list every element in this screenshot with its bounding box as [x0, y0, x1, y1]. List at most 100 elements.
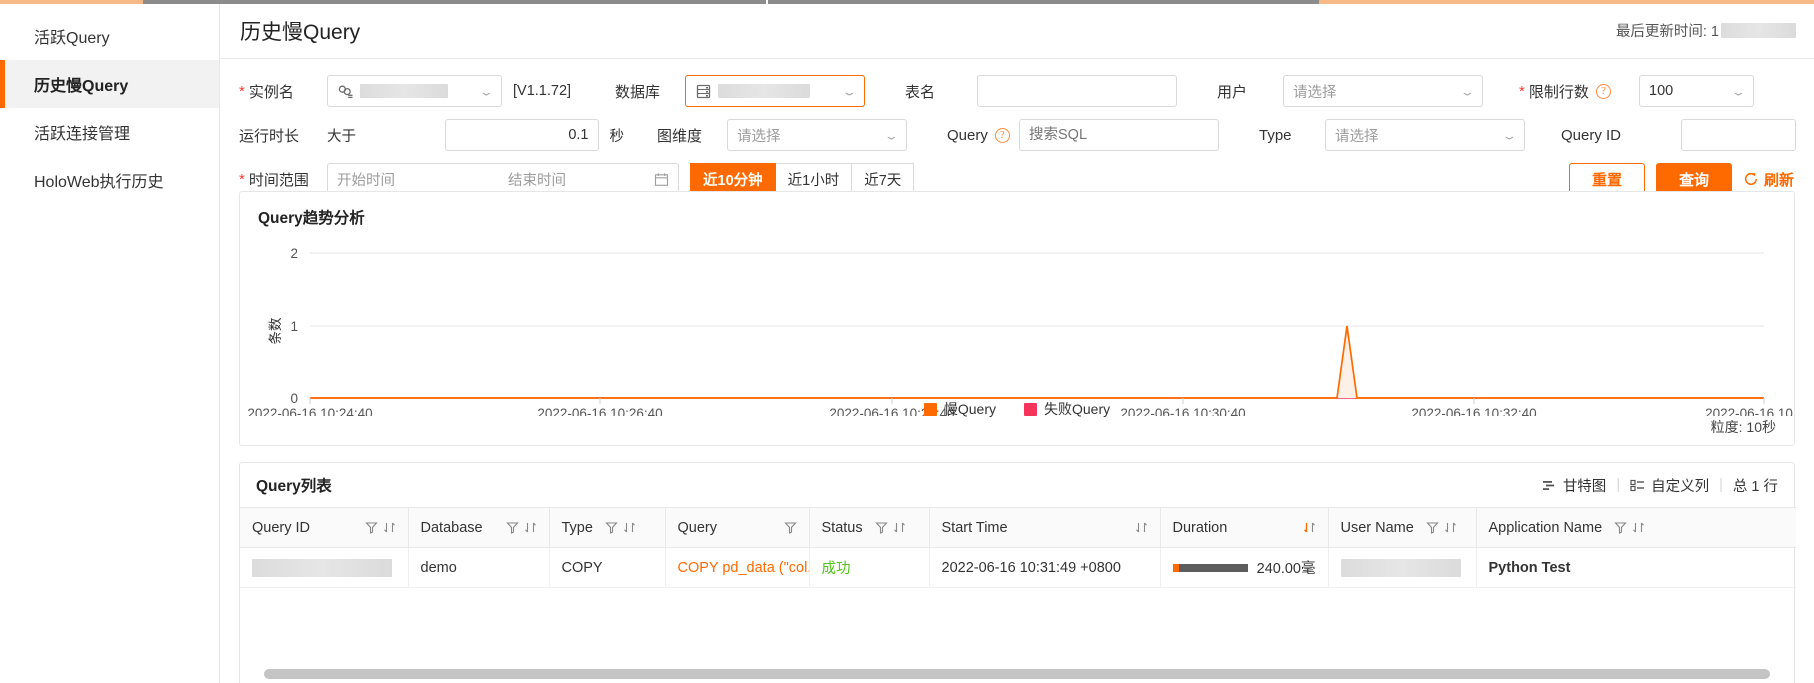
- sort-icon[interactable]: [1632, 521, 1645, 534]
- query-label: Query ?: [947, 127, 1019, 144]
- label-text: 实例名: [248, 83, 294, 101]
- cell-start-time: 2022-06-16 10:31:49 +0800: [929, 547, 1161, 588]
- cell-query[interactable]: COPY pd_data ("col...: [665, 547, 810, 588]
- table-name-input[interactable]: [977, 75, 1178, 107]
- page-header: 历史慢Query 最后更新时间: 1: [221, 4, 1814, 59]
- sort-icon[interactable]: [623, 521, 636, 534]
- y-tick-2: 2: [290, 246, 298, 261]
- table-title: Query列表: [256, 478, 332, 495]
- required-marker: *: [1519, 82, 1525, 100]
- redacted-database-value: [718, 84, 811, 98]
- col-header-start-time[interactable]: Start Time: [929, 507, 1161, 548]
- sort-icon-active[interactable]: [1303, 521, 1316, 534]
- label-text: 时间范围: [248, 171, 309, 189]
- redacted-instance-value: [360, 84, 448, 98]
- chevron-down-icon: ⌄: [883, 128, 900, 142]
- table-header-row: Query ID Database Type Query Status Star…: [240, 507, 1796, 548]
- sort-icon[interactable]: [893, 521, 906, 534]
- sidebar-item-label: HoloWeb执行历史: [34, 174, 164, 191]
- filter-icon[interactable]: [783, 521, 797, 534]
- type-label: Type: [1259, 127, 1325, 144]
- col-header-status[interactable]: Status: [809, 507, 930, 548]
- table-tools: 甘特图 | 自定义列 | 总 1 行: [1532, 475, 1778, 496]
- chart-dimension-placeholder: 请选择: [737, 128, 781, 145]
- chevron-down-icon: ⌄: [1501, 128, 1518, 142]
- filter-icon[interactable]: [505, 521, 519, 534]
- gantt-chart-button[interactable]: 甘特图: [1532, 475, 1617, 496]
- chart-dimension-label: 图维度: [657, 125, 727, 146]
- refresh-button[interactable]: 刷新: [1743, 169, 1794, 190]
- custom-columns-label: 自定义列: [1651, 478, 1710, 495]
- duration-label: 运行时长: [239, 125, 327, 146]
- series-slow-query-line: [310, 325, 1764, 399]
- col-header-duration[interactable]: Duration: [1160, 507, 1329, 548]
- sidebar-item-active-query[interactable]: 活跃Query: [0, 12, 219, 60]
- last-update-label: 最后更新时间: 1: [1615, 24, 1719, 40]
- type-select[interactable]: 请选择 ⌄: [1325, 119, 1525, 151]
- col-header-database[interactable]: Database: [408, 507, 550, 548]
- filter-row-2: 运行时长 大于 秒 图维度 请选择 ⌄ Query ? Typ: [239, 118, 1796, 152]
- filter-panel: * 实例名 ⌄ [V1.1.72] 数据库 ⌄ 表名 用户 请选择 ⌄ * 限制…: [221, 59, 1814, 206]
- sort-icon[interactable]: [383, 521, 396, 534]
- database-select[interactable]: ⌄: [685, 75, 866, 107]
- col-header-query[interactable]: Query: [665, 507, 810, 548]
- table-head: Query ID Database Type Query Status Star…: [240, 507, 1796, 548]
- table-horizontal-scrollbar-track[interactable]: [241, 669, 1793, 681]
- filter-icon[interactable]: [364, 521, 378, 534]
- label-text: 图维度: [657, 127, 703, 145]
- label-text: 限制行数: [1528, 83, 1589, 101]
- user-label: 用户: [1217, 81, 1283, 102]
- cell-status: 成功: [809, 547, 930, 588]
- col-header-query-id[interactable]: Query ID: [240, 507, 409, 548]
- refresh-icon: [1743, 171, 1759, 187]
- table-row[interactable]: demo COPY COPY pd_data ("col... 成功 2022-…: [240, 547, 1796, 588]
- instance-name-label: * 实例名: [239, 81, 327, 102]
- sort-icon[interactable]: [524, 521, 537, 534]
- duration-value-input[interactable]: [444, 119, 599, 151]
- instance-name-select[interactable]: ⌄: [327, 75, 502, 107]
- sidebar-item-active-connections[interactable]: 活跃连接管理: [0, 108, 219, 156]
- help-icon[interactable]: ?: [994, 127, 1010, 143]
- instance-version-tag: [V1.1.72]: [513, 83, 572, 99]
- col-header-user-name[interactable]: User Name: [1328, 507, 1477, 548]
- query-id-label: Query ID: [1561, 127, 1681, 144]
- sort-icon[interactable]: [1444, 521, 1457, 534]
- help-icon[interactable]: ?: [1595, 83, 1611, 99]
- label-text: Query ID: [1561, 126, 1622, 144]
- sidebar-item-holoweb-history[interactable]: HoloWeb执行历史: [0, 156, 219, 204]
- label-text: 表名: [905, 83, 936, 101]
- legend-item-failed-query[interactable]: 失败Query: [1024, 399, 1110, 419]
- type-placeholder: 请选择: [1335, 128, 1379, 145]
- filter-row-1: * 实例名 ⌄ [V1.1.72] 数据库 ⌄ 表名 用户 请选择 ⌄ * 限制…: [239, 74, 1796, 108]
- refresh-label: 刷新: [1763, 171, 1794, 189]
- legend-swatch-failed-query: [1024, 402, 1037, 416]
- cell-database: demo: [408, 547, 550, 588]
- query-id-input[interactable]: [1681, 119, 1796, 151]
- chart-title: Query趋势分析: [258, 210, 365, 227]
- filter-icon[interactable]: [1426, 521, 1439, 534]
- query-search-input[interactable]: [1019, 119, 1219, 151]
- table-body: demo COPY COPY pd_data ("col... 成功 2022-…: [240, 547, 1796, 588]
- sidebar-item-history-slow-query[interactable]: 历史慢Query: [0, 60, 219, 108]
- col-header-type[interactable]: Type: [549, 507, 666, 548]
- user-select[interactable]: 请选择 ⌄: [1283, 75, 1484, 107]
- filter-icon[interactable]: [1614, 521, 1627, 534]
- database-icon: [695, 83, 712, 100]
- required-marker: *: [239, 82, 245, 100]
- chart-dimension-select[interactable]: 请选择 ⌄: [727, 119, 907, 151]
- limit-rows-select[interactable]: 100 ⌄: [1639, 75, 1755, 107]
- legend-item-slow-query[interactable]: 慢Query: [923, 399, 996, 419]
- redacted-query-id: [252, 558, 392, 577]
- custom-columns-button[interactable]: 自定义列: [1620, 475, 1719, 496]
- sort-icon[interactable]: [1135, 521, 1148, 534]
- legend-label-failed-query: 失败Query: [1044, 401, 1111, 417]
- duration-bar: [1172, 563, 1248, 572]
- cell-query-id: [240, 547, 409, 588]
- filter-icon[interactable]: [874, 521, 888, 534]
- col-header-application-name[interactable]: Application Name: [1476, 507, 1796, 548]
- table-horizontal-scrollbar-thumb[interactable]: [264, 669, 1770, 679]
- query-list-table: Query ID Database Type Query Status Star…: [240, 507, 1796, 588]
- sidebar-item-label: 活跃连接管理: [34, 126, 131, 143]
- gantt-label: 甘特图: [1562, 478, 1607, 495]
- filter-icon[interactable]: [605, 521, 618, 534]
